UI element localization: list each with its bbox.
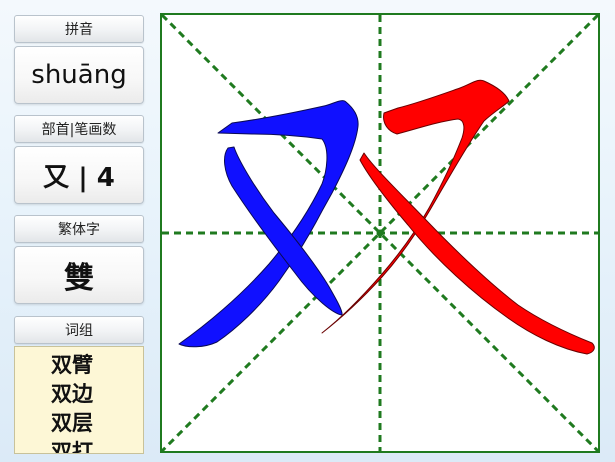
radical-stroke-value-box: 又 | 4 [14,146,144,204]
word-item[interactable]: 双打 [51,438,143,453]
traditional-value: 雙 [64,261,94,296]
pinyin-value-box: shuāng [14,46,144,104]
radical-stroke-label-text: 部首|笔画数 [41,122,117,138]
character-stroke-display [162,15,598,451]
character-writing-grid [160,13,600,453]
word-item[interactable]: 双边 [51,380,143,409]
guide-lines [162,15,598,451]
pinyin-value: shuāng [31,60,127,90]
traditional-value-box: 雙 [14,246,144,304]
radical-stroke-value: 又 | 4 [43,162,115,193]
left-component-strokes [178,100,359,348]
word-group-label: 词组 [14,316,144,344]
pinyin-label: 拼音 [14,15,144,43]
guide-center-dot [376,229,384,237]
radical-stroke-label: 部首|笔画数 [14,115,144,143]
stroke-left-dot [224,146,343,316]
word-item[interactable]: 双层 [51,409,143,438]
stroke-right-dot [359,152,595,355]
word-group-label-text: 词组 [65,323,93,339]
word-item[interactable]: 双臂 [51,351,143,380]
pinyin-label-text: 拼音 [65,22,93,38]
traditional-label: 繁体字 [14,215,144,243]
traditional-label-text: 繁体字 [58,222,100,238]
word-group-list[interactable]: 双臂 双边 双层 双打 [15,347,143,453]
word-group-list-panel[interactable]: 双臂 双边 双层 双打 [14,346,144,454]
